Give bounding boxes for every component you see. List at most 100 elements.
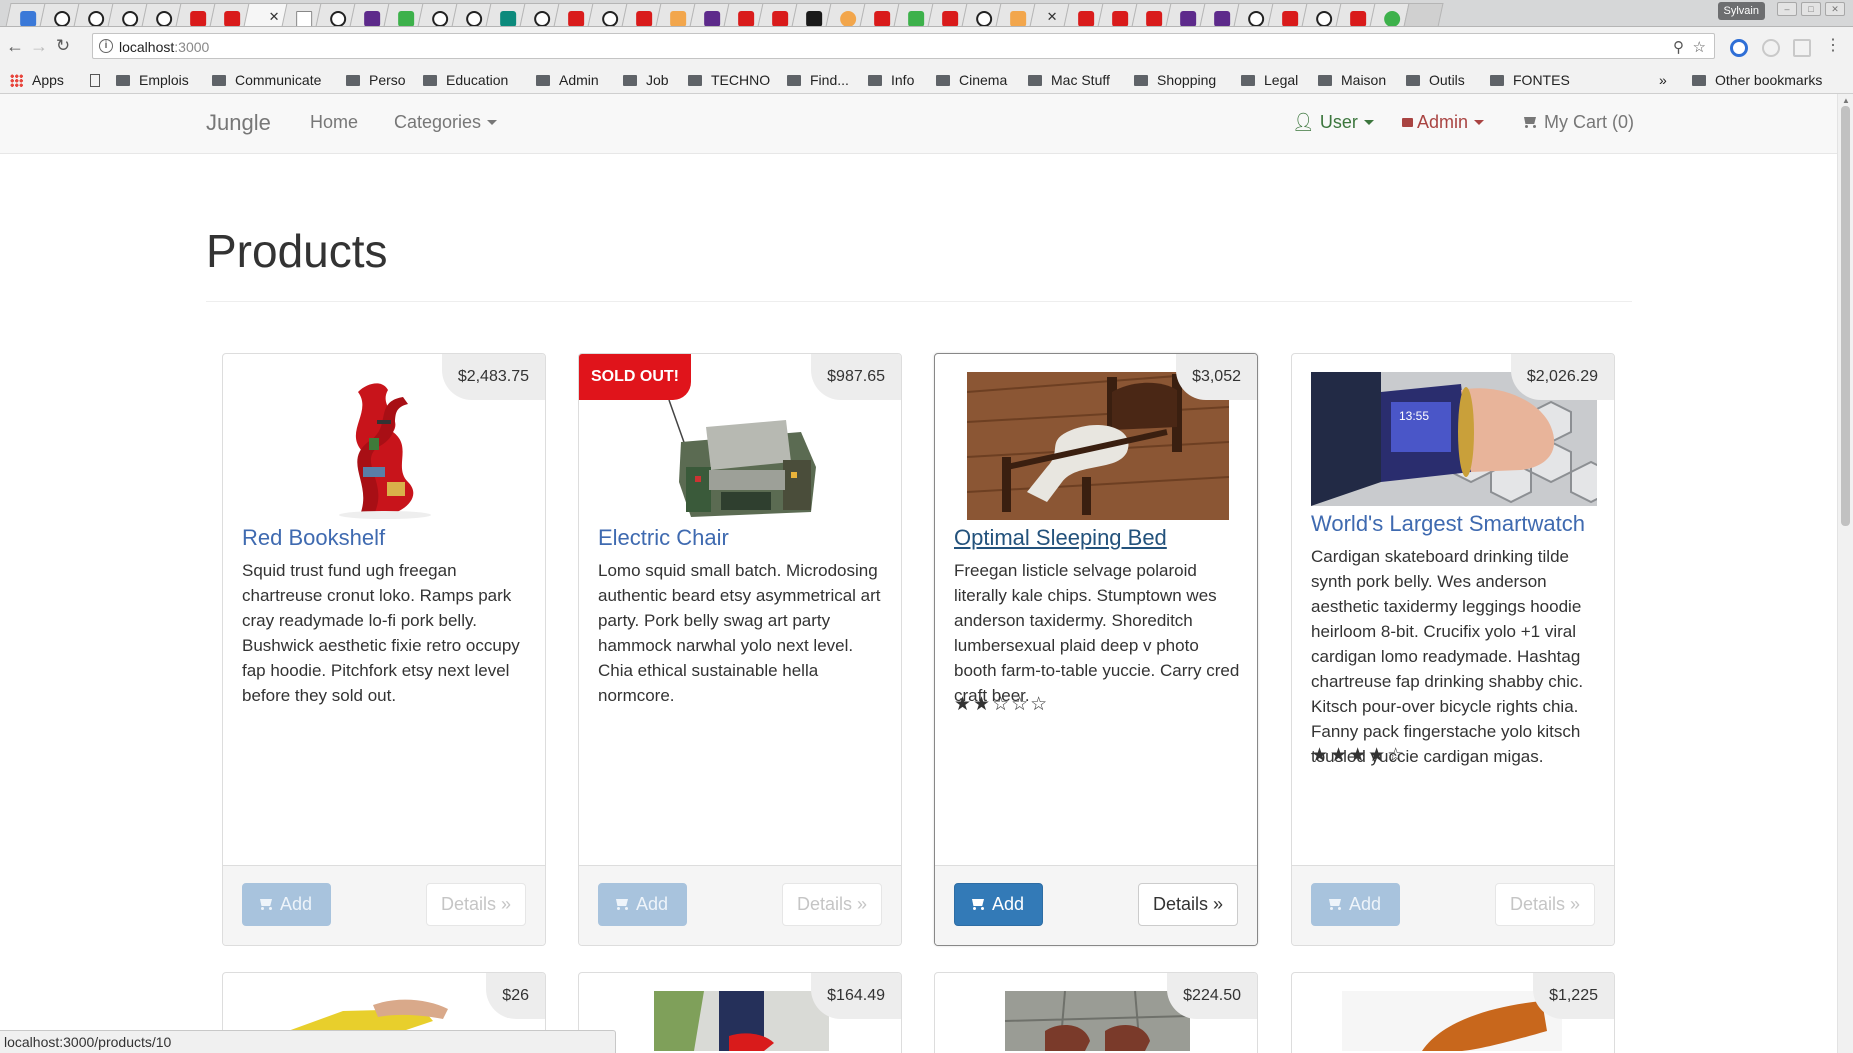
rails-icon	[942, 11, 959, 26]
bookmark-folder[interactable]: Maison	[1318, 72, 1386, 88]
scroll-up-icon[interactable]: ▲	[1842, 96, 1850, 105]
bookmark-apps[interactable]: Apps	[10, 72, 64, 88]
product-name-link[interactable]: World's Largest Smartwatch	[1311, 511, 1585, 537]
details-button[interactable]: Details »	[425, 883, 526, 926]
bootstrap-icon	[1214, 11, 1231, 26]
browser-toolbar: ← → ↻ i localhost:3000 ⚲ ☆ ⋮	[0, 27, 1853, 67]
folder-icon	[623, 75, 637, 86]
add-to-cart-button[interactable]: Add	[954, 883, 1044, 926]
add-to-cart-button[interactable]: Add	[242, 883, 332, 926]
nav-user-dropdown[interactable]: 👤︎ User	[1292, 112, 1374, 133]
favicon-icon	[636, 11, 653, 26]
other-bookmarks[interactable]: Other bookmarks	[1692, 72, 1822, 88]
bookmark-page[interactable]	[90, 72, 100, 88]
nav-categories-dropdown[interactable]: Categories	[394, 112, 498, 133]
rails-icon	[772, 11, 789, 26]
product-card: $1,225	[1291, 972, 1615, 1053]
details-button[interactable]: Details »	[781, 883, 882, 926]
product-name-link[interactable]: Red Bookshelf	[242, 525, 385, 551]
bookmark-folder[interactable]: Outils	[1406, 72, 1465, 88]
bookmark-folder[interactable]: TECHNO	[688, 72, 770, 88]
product-card: $164.49	[578, 972, 902, 1053]
product-image-graphic	[1422, 1001, 1547, 1051]
bookmark-folder[interactable]: Find...	[787, 72, 849, 88]
extension-icon[interactable]	[1793, 39, 1811, 57]
nav-admin-dropdown[interactable]: Admin	[1402, 112, 1485, 133]
bookmark-folder[interactable]: Emplois	[116, 72, 189, 88]
menu-icon[interactable]: ⋮	[1822, 35, 1844, 57]
bookmark-folder[interactable]: Perso	[346, 72, 406, 88]
folder-icon	[1406, 75, 1420, 86]
bookmark-folder[interactable]: Mac Stuff	[1028, 72, 1110, 88]
forward-icon[interactable]: →	[28, 35, 50, 57]
card-footer: Add Details »	[935, 865, 1257, 945]
product-image[interactable]	[313, 372, 457, 520]
bookmark-folder[interactable]: FONTES	[1490, 72, 1570, 88]
product-card: $3,052 Optimal Sleeping Bed Freegan list…	[934, 353, 1258, 946]
bookmark-folder[interactable]: Shopping	[1134, 72, 1216, 88]
product-image-graphic	[1005, 991, 1190, 1051]
bootstrap-icon	[1180, 11, 1197, 26]
details-button[interactable]: Details »	[1494, 883, 1595, 926]
bookmark-folder[interactable]: Job	[623, 72, 669, 88]
bookmark-star-icon[interactable]: ☆	[1693, 38, 1706, 56]
product-name-link[interactable]: Optimal Sleeping Bed	[954, 525, 1167, 551]
new-tab-button[interactable]	[1403, 3, 1444, 26]
page-scrollbar[interactable]: ▲	[1837, 94, 1853, 1053]
extension-icon[interactable]	[1762, 39, 1780, 57]
favicon-icon	[738, 11, 755, 26]
title-divider	[206, 301, 1632, 302]
page-icon	[296, 11, 313, 26]
close-tab-icon[interactable]: ✕	[269, 9, 280, 25]
close-tab-icon[interactable]: ✕	[1047, 9, 1058, 25]
zoom-icon[interactable]: ⚲	[1673, 38, 1684, 56]
scroll-thumb[interactable]	[1841, 106, 1850, 526]
product-image[interactable]	[654, 991, 829, 1051]
nav-home-link[interactable]: Home	[310, 112, 358, 133]
add-to-cart-button[interactable]: Add	[598, 883, 688, 926]
product-name-link[interactable]: Electric Chair	[598, 525, 729, 551]
details-button[interactable]: Details »	[1137, 883, 1238, 926]
favicon-icon	[20, 11, 37, 26]
back-icon[interactable]: ←	[4, 35, 26, 57]
product-description: Lomo squid small batch. Microdosing auth…	[598, 561, 881, 705]
bookmarks-overflow-button[interactable]: »	[1659, 72, 1667, 88]
brand-link[interactable]: Jungle	[206, 110, 271, 136]
add-to-cart-button[interactable]: Add	[1311, 883, 1401, 926]
bookmark-folder[interactable]: Info	[868, 72, 914, 88]
bookmark-folder[interactable]: Education	[423, 72, 508, 88]
favicon-icon	[568, 11, 585, 26]
github-icon	[330, 11, 347, 26]
minimize-window-button[interactable]: –	[1777, 2, 1797, 16]
github-icon	[534, 11, 551, 26]
favicon-icon	[190, 11, 207, 26]
info-icon[interactable]: i	[99, 39, 113, 53]
url-text: localhost:3000	[119, 39, 210, 55]
product-card: $2,026.29 13:55 World's Largest Smartwat…	[1291, 353, 1615, 946]
cart-icon	[259, 898, 274, 910]
product-image[interactable]	[1342, 991, 1562, 1051]
bookmark-folder[interactable]: Cinema	[936, 72, 1007, 88]
extension-icon[interactable]	[1730, 39, 1748, 57]
product-image[interactable]	[1005, 991, 1190, 1051]
profile-button[interactable]: Sylvain	[1717, 2, 1765, 20]
nav-cart-link[interactable]: My Cart (0)	[1523, 112, 1634, 133]
folder-icon	[868, 75, 882, 86]
favicon-icon	[1384, 11, 1401, 26]
bookmark-folder[interactable]: Admin	[536, 72, 599, 88]
favicon-icon	[908, 11, 925, 26]
address-bar[interactable]: i localhost:3000 ⚲ ☆	[92, 33, 1715, 59]
bookmark-folder[interactable]: Legal	[1241, 72, 1298, 88]
product-card: $224.50	[934, 972, 1258, 1053]
folder-icon	[1134, 75, 1148, 86]
maximize-window-button[interactable]: □	[1801, 2, 1821, 16]
bookmark-folder[interactable]: Communicate	[212, 72, 321, 88]
favicon-icon	[670, 11, 687, 26]
favicon-icon	[704, 11, 721, 26]
caret-down-icon	[1474, 120, 1485, 125]
reload-icon[interactable]: ↻	[52, 35, 74, 57]
cart-icon	[1523, 116, 1538, 128]
card-footer: Add Details »	[1292, 865, 1614, 945]
close-window-button[interactable]: ✕	[1825, 2, 1845, 16]
folder-icon	[536, 75, 550, 86]
